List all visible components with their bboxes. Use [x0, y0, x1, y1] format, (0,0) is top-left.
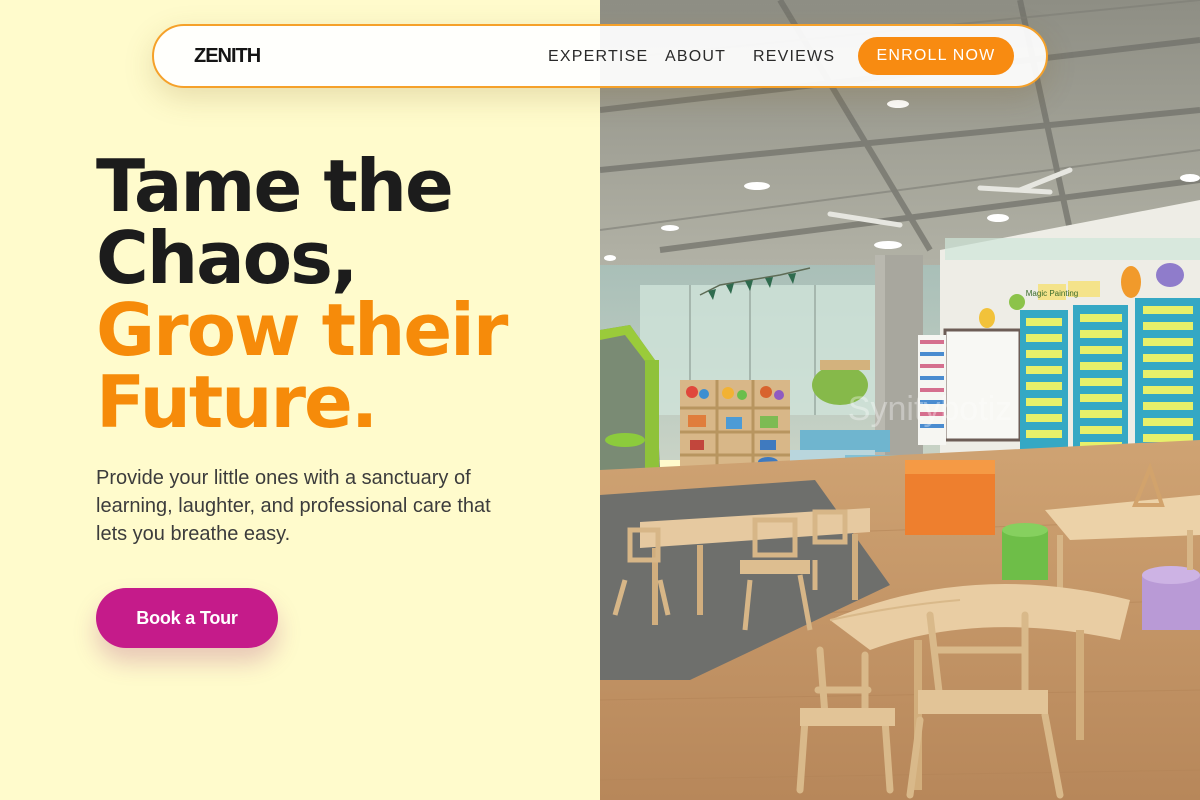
book-tour-button[interactable]: Book a Tour [96, 588, 278, 648]
classroom-photo: Magic Painting Synitybotiz [600, 0, 1200, 800]
hero-subtext: Provide your little ones with a sanctuar… [96, 467, 491, 545]
headline-line-4: Future. [96, 360, 378, 444]
nav-link-expertise[interactable]: EXPERTISE [548, 48, 648, 66]
photo-watermark: Synitybotiz [848, 390, 1012, 428]
nav-link-about[interactable]: ABOUT [665, 48, 726, 66]
headline-line-2: Chaos, [96, 216, 358, 300]
hero-headline: Tame the Chaos, Grow their Future. [96, 144, 508, 444]
brand-logo[interactable]: ZENITH [194, 45, 261, 68]
enroll-now-button[interactable]: ENROLL NOW [858, 37, 1014, 75]
hero-left-panel: Tame the Chaos, Grow their Future. Provi… [0, 0, 600, 800]
nav-link-reviews[interactable]: REVIEWS [753, 48, 835, 66]
top-navbar: ZENITH EXPERTISE ABOUT REVIEWS ENROLL NO… [152, 24, 1048, 88]
wall-sign-text: Magic Painting [1026, 289, 1078, 298]
headline-line-3: Grow their [96, 288, 508, 372]
headline-line-1: Tame the [96, 144, 454, 228]
